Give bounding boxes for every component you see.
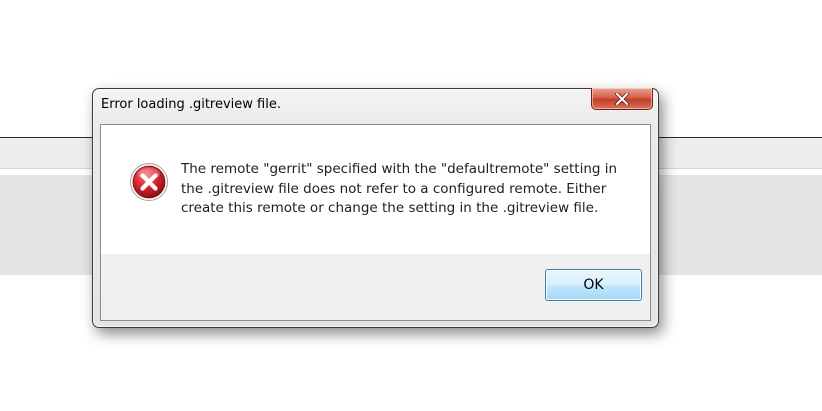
dialog-content: The remote "gerrit" specified with the "…	[100, 124, 651, 321]
message-line-1: The remote "gerrit" specified with the "…	[181, 161, 618, 177]
message-line-2: the .gitreview file does not refer to a …	[181, 180, 607, 197]
error-icon	[130, 163, 168, 201]
close-icon	[615, 92, 629, 105]
error-dialog: Error loading .gitreview file. The remot…	[92, 88, 659, 328]
error-message: The remote "gerrit" specified with the "…	[181, 160, 636, 219]
message-line-3: create this remote or change the setting…	[181, 200, 599, 216]
dialog-footer: OK	[101, 254, 650, 320]
desktop-background: Error loading .gitreview file. The remot…	[0, 0, 822, 411]
dialog-title: Error loading .gitreview file.	[101, 97, 281, 112]
close-button[interactable]	[591, 88, 653, 110]
ok-button[interactable]: OK	[545, 269, 642, 301]
